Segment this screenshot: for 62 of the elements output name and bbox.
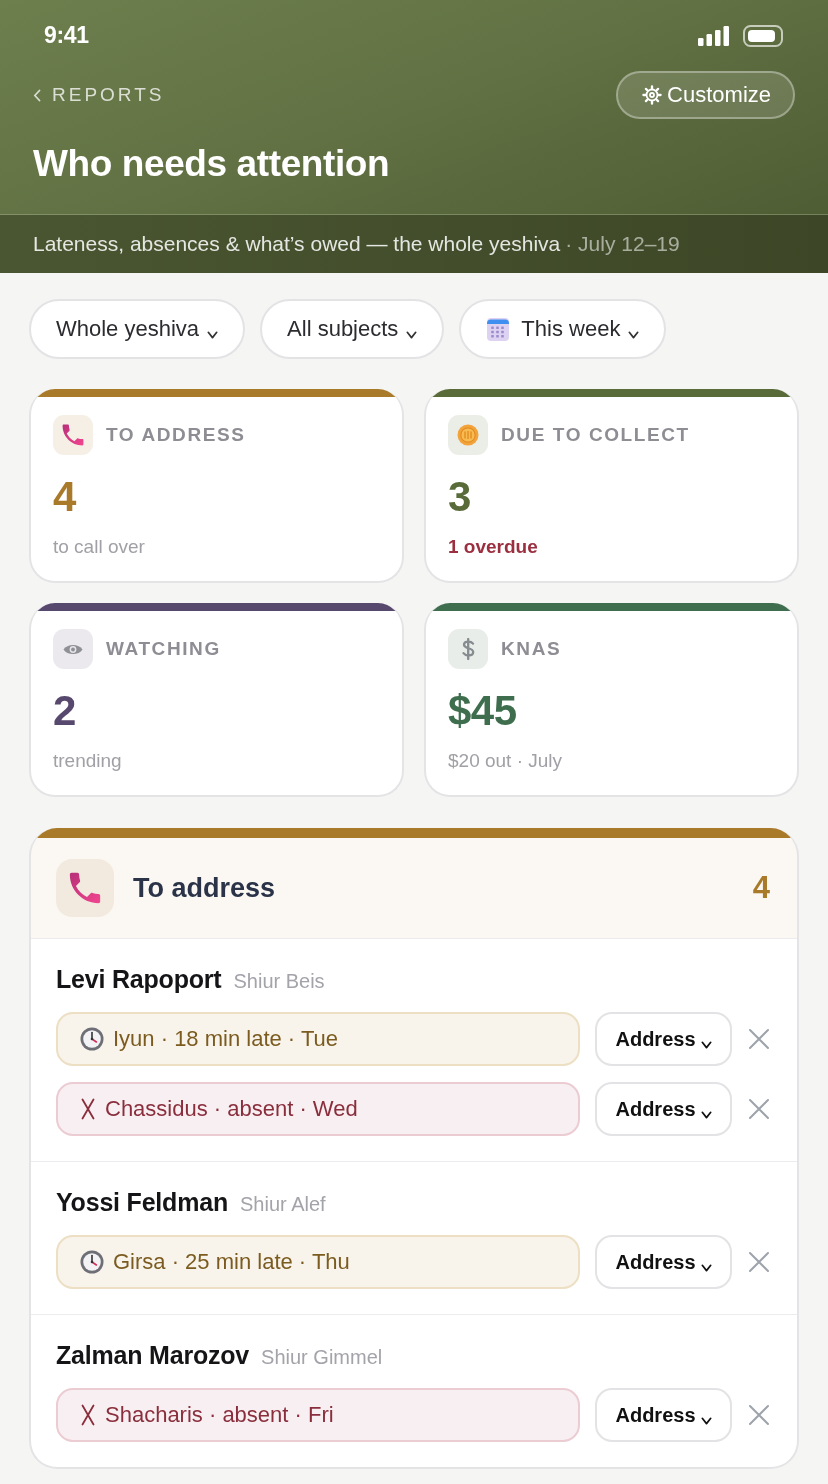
- address-button[interactable]: Address: [595, 1012, 732, 1066]
- caret-icon: [628, 331, 640, 339]
- page-title: Who needs attention: [33, 142, 391, 186]
- student-name: Levi Rapoport: [56, 964, 222, 994]
- stat-value: 3: [448, 474, 472, 520]
- stat-note: $20 out · July: [448, 749, 564, 773]
- cross-icon: [80, 1098, 96, 1120]
- stat-note: trending: [53, 749, 123, 773]
- dollar-icon: [448, 629, 488, 669]
- eye-icon: [53, 629, 93, 669]
- section-title: To address: [133, 872, 277, 904]
- gear-icon: [642, 85, 663, 105]
- address-button[interactable]: Address: [595, 1082, 732, 1136]
- battery-icon: [743, 24, 783, 47]
- customize-button[interactable]: Customize: [616, 71, 795, 119]
- calendar-icon: [486, 316, 511, 342]
- caret-icon: [700, 1110, 712, 1119]
- stat-label: KNAS: [501, 638, 562, 660]
- incident-text: Girsa · 25 min late · Thu: [113, 1249, 350, 1275]
- phone-icon: [53, 415, 93, 455]
- stat-value: $45: [448, 688, 518, 734]
- stat-value: 4: [53, 474, 77, 520]
- chevron-left-icon: [33, 88, 41, 102]
- clock-icon: [80, 1250, 104, 1274]
- cross-icon: [80, 1404, 96, 1426]
- close-icon[interactable]: [748, 1028, 770, 1050]
- class-label: Shiur Alef: [240, 1193, 326, 1216]
- stat-value: 2: [53, 688, 77, 734]
- back-link[interactable]: REPORTS: [33, 84, 165, 106]
- filter-chip[interactable]: This week: [459, 299, 667, 359]
- caret-icon: [406, 331, 418, 339]
- incident-text: Shacharis · absent · Fri: [105, 1402, 334, 1428]
- stat-note: to call over: [53, 535, 146, 559]
- status-time: 9:41: [44, 22, 89, 49]
- stat-note: 1 overdue: [448, 535, 539, 559]
- stat-label: TO ADDRESS: [106, 424, 246, 446]
- caret-icon: [700, 1040, 712, 1049]
- class-label: Shiur Gimmel: [261, 1346, 383, 1369]
- incident-text: Iyun · 18 min late · Tue: [113, 1026, 338, 1052]
- stat-label: DUE TO COLLECT: [501, 424, 690, 446]
- close-icon[interactable]: [748, 1098, 770, 1120]
- student-name: Yossi Feldman: [56, 1187, 228, 1217]
- coin-icon: [448, 415, 488, 455]
- clock-icon: [80, 1027, 104, 1051]
- filter-chip[interactable]: All subjects: [260, 299, 445, 359]
- incident-text: Chassidus · absent · Wed: [105, 1096, 358, 1122]
- filter-chip[interactable]: Whole yeshiva: [29, 299, 246, 359]
- signal-icon: [698, 25, 730, 46]
- class-label: Shiur Beis: [233, 970, 325, 993]
- date-range: · July 12–19: [565, 232, 680, 256]
- subtitle-text: Lateness, absences & what’s owed — the whole yeshiva: [33, 232, 561, 256]
- caret-icon: [700, 1263, 712, 1272]
- close-icon[interactable]: [748, 1251, 770, 1273]
- address-button[interactable]: Address: [595, 1388, 732, 1442]
- caret-icon: [207, 331, 219, 339]
- close-icon[interactable]: [748, 1404, 770, 1426]
- address-button[interactable]: Address: [595, 1235, 732, 1289]
- student-name: Zalman Marozov: [56, 1340, 250, 1370]
- stat-label: WATCHING: [106, 638, 221, 660]
- section-count: 4: [752, 870, 770, 906]
- caret-icon: [700, 1416, 712, 1425]
- phone-icon: [56, 859, 114, 917]
